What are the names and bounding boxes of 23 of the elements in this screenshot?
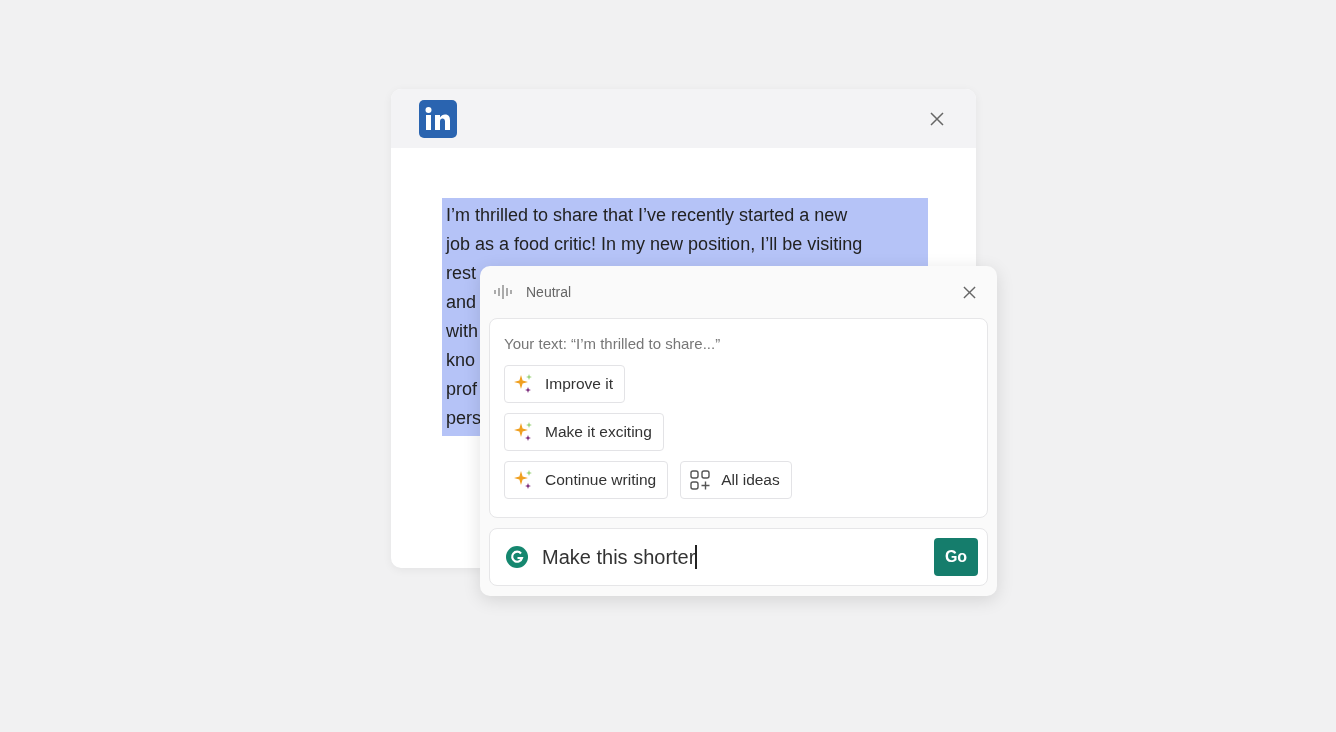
post-text: job as a food critic! In my new position, I’ll be visiting	[444, 233, 863, 256]
prompt-text: Make this shorter	[542, 545, 696, 569]
suggestion-chip[interactable]: Continue writing	[504, 461, 669, 499]
g-logo-icon	[506, 546, 528, 568]
suggestion-chip[interactable]: All ideas	[680, 461, 792, 499]
post-text: I’m thrilled to share that I’ve recently started a new	[445, 204, 848, 227]
context-text: Your text: “I’m thrilled to share...”	[504, 335, 722, 352]
in-logo-icon	[419, 99, 457, 138]
go-button[interactable]: Go	[934, 538, 978, 576]
post-text: kno	[445, 349, 476, 372]
post-text: with	[445, 320, 478, 343]
grid-plus-icon	[689, 469, 712, 491]
tone-label: Neutral	[526, 284, 572, 300]
post-text: rest	[445, 262, 476, 285]
post-text: and	[445, 291, 477, 314]
suggestion-chip[interactable]: Improve it	[504, 365, 626, 403]
waveform-icon	[494, 285, 512, 299]
post-text: prof	[445, 378, 478, 401]
close-icon[interactable]	[963, 285, 976, 299]
suggestion-chip[interactable]: Make it exciting	[504, 413, 664, 451]
post-text: pers	[445, 407, 481, 430]
close-icon[interactable]	[930, 111, 944, 126]
prompt-bar[interactable]: Make this shorter Go	[489, 528, 988, 586]
